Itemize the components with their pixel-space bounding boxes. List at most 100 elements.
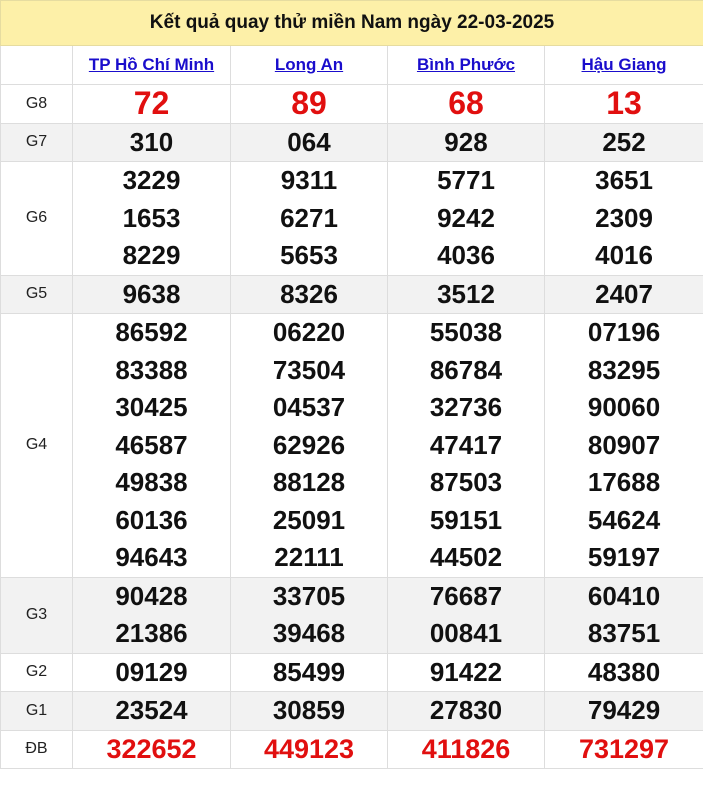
prize-number: 2407 bbox=[595, 278, 653, 309]
prize-number: 55038 bbox=[429, 317, 503, 347]
prize-number: 27830 bbox=[429, 695, 503, 725]
prize-cell: 85499 bbox=[230, 652, 388, 692]
prize-number: 49838 bbox=[115, 467, 188, 497]
prize-cell: 3512 bbox=[387, 274, 545, 314]
prize-number: 22111 bbox=[274, 542, 344, 572]
prize-row-đb: ĐB 322652 449123 411826 731297 bbox=[0, 729, 703, 769]
prize-number: 6271 bbox=[280, 202, 338, 233]
prize-cell: 322652 bbox=[72, 729, 231, 769]
prize-number: 4036 bbox=[437, 240, 495, 270]
prize-number: 13 bbox=[606, 85, 642, 121]
prize-label: G6 bbox=[0, 161, 73, 276]
prize-row-g7: G7 310 064 928 252 bbox=[0, 122, 703, 162]
page-title: Kết quả quay thử miền Nam ngày 22-03-202… bbox=[0, 0, 703, 46]
prize-number: 5653 bbox=[280, 240, 338, 270]
prize-number: 83751 bbox=[587, 618, 661, 648]
prize-number: 76687 bbox=[429, 580, 503, 611]
prize-cell: 76687 00841 bbox=[387, 576, 545, 654]
prize-number: 8229 bbox=[122, 240, 181, 270]
prize-number: 064 bbox=[287, 126, 331, 157]
prize-number: 60410 bbox=[587, 580, 661, 611]
prize-cell: 68 bbox=[387, 84, 545, 124]
prize-label: G7 bbox=[0, 122, 73, 162]
prize-cell: 23524 bbox=[72, 691, 231, 731]
prize-label: G5 bbox=[0, 274, 73, 314]
prize-number: 411826 bbox=[421, 733, 511, 764]
prize-number: 30859 bbox=[272, 695, 346, 725]
prize-number: 3651 bbox=[595, 165, 653, 195]
prize-number: 00841 bbox=[429, 618, 503, 648]
prize-number: 252 bbox=[602, 126, 646, 157]
prize-number: 8326 bbox=[280, 278, 338, 309]
prize-cell: 30859 bbox=[230, 691, 388, 731]
prize-cell: 13 bbox=[543, 84, 703, 124]
prize-number: 5771 bbox=[437, 165, 495, 195]
province-link-long-an[interactable]: Long An bbox=[275, 55, 343, 74]
prize-number: 86784 bbox=[429, 354, 503, 385]
prize-number: 25091 bbox=[272, 504, 346, 535]
prize-number: 46587 bbox=[115, 429, 188, 460]
prize-number: 72 bbox=[133, 85, 170, 121]
prize-number: 322652 bbox=[106, 733, 197, 764]
prize-number: 3229 bbox=[122, 165, 181, 195]
prize-number: 23524 bbox=[115, 695, 188, 725]
prize-number: 59197 bbox=[587, 542, 661, 572]
prize-number: 1653 bbox=[122, 202, 181, 233]
prize-number: 33705 bbox=[272, 580, 346, 611]
prize-number: 86592 bbox=[115, 317, 188, 347]
prize-cell: 310 bbox=[72, 122, 231, 162]
prize-row-g3: G3 90428 21386 33705 39468 76687 00841 60410 837… bbox=[0, 576, 703, 654]
prize-number: 85499 bbox=[272, 656, 346, 687]
prize-cell: 60410 83751 bbox=[543, 576, 703, 654]
prize-row-g6: G6 3229 1653 8229 9311 6271 5653 5771 9242 4036 36… bbox=[0, 161, 703, 276]
prize-cell: 89 bbox=[230, 84, 388, 124]
prize-number: 17688 bbox=[587, 467, 661, 497]
prize-cell: 09129 bbox=[72, 652, 231, 692]
prize-cell: 449123 bbox=[230, 729, 388, 769]
prize-cell: 48380 bbox=[543, 652, 703, 692]
prize-label: G2 bbox=[0, 652, 73, 692]
prize-number: 9638 bbox=[122, 278, 181, 309]
prize-cell: 06220 73504 04537 62926 88128 25091 22111 bbox=[230, 313, 388, 578]
prize-cell: 8326 bbox=[230, 274, 388, 314]
prize-cell: 5771 9242 4036 bbox=[387, 161, 545, 276]
prize-number: 310 bbox=[129, 126, 174, 157]
prize-cell: 411826 bbox=[387, 729, 545, 769]
prize-number: 47417 bbox=[429, 429, 503, 460]
prize-cell: 9638 bbox=[72, 274, 231, 314]
prize-cell: 91422 bbox=[387, 652, 545, 692]
prize-number: 9242 bbox=[437, 202, 495, 233]
province-link-binh-phuoc[interactable]: Bình Phước bbox=[417, 55, 515, 74]
prize-cell: 07196 83295 90060 80907 17688 54624 59197 bbox=[543, 313, 703, 578]
prize-number: 928 bbox=[444, 126, 488, 157]
prize-cell: 79429 bbox=[543, 691, 703, 731]
province-link-hau-giang[interactable]: Hậu Giang bbox=[582, 55, 667, 74]
prize-number: 07196 bbox=[587, 317, 661, 347]
province-header-row: TP Hồ Chí Minh Long An Bình Phước Hậu Gi… bbox=[0, 45, 703, 85]
prize-number: 91422 bbox=[429, 656, 503, 687]
prize-number: 4016 bbox=[595, 240, 653, 270]
prize-cell: 252 bbox=[543, 122, 703, 162]
results-table: Kết quả quay thử miền Nam ngày 22-03-202… bbox=[0, 0, 703, 769]
province-link-hcm[interactable]: TP Hồ Chí Minh bbox=[89, 55, 214, 74]
prize-label: G1 bbox=[0, 691, 73, 731]
prize-label: G3 bbox=[0, 576, 73, 654]
prize-cell: 33705 39468 bbox=[230, 576, 388, 654]
prize-number: 2309 bbox=[595, 202, 653, 233]
prize-cell: 3229 1653 8229 bbox=[72, 161, 231, 276]
prize-number: 04537 bbox=[272, 392, 346, 422]
prize-cell: 55038 86784 32736 47417 87503 59151 44502 bbox=[387, 313, 545, 578]
prize-number: 30425 bbox=[115, 392, 188, 422]
prize-cell: 928 bbox=[387, 122, 545, 162]
prize-number: 83388 bbox=[115, 354, 188, 385]
prize-number: 68 bbox=[448, 85, 484, 121]
prize-number: 80907 bbox=[587, 429, 661, 460]
prize-cell: 731297 bbox=[543, 729, 703, 769]
prize-number: 06220 bbox=[272, 317, 346, 347]
prize-number: 83295 bbox=[587, 354, 661, 385]
prize-number: 32736 bbox=[429, 392, 503, 422]
prize-number: 39468 bbox=[272, 618, 346, 648]
prize-number: 09129 bbox=[115, 656, 188, 687]
prize-row-g4: G4 86592 83388 30425 46587 49838 60136 94643 062… bbox=[0, 313, 703, 578]
prize-number: 89 bbox=[291, 85, 327, 121]
